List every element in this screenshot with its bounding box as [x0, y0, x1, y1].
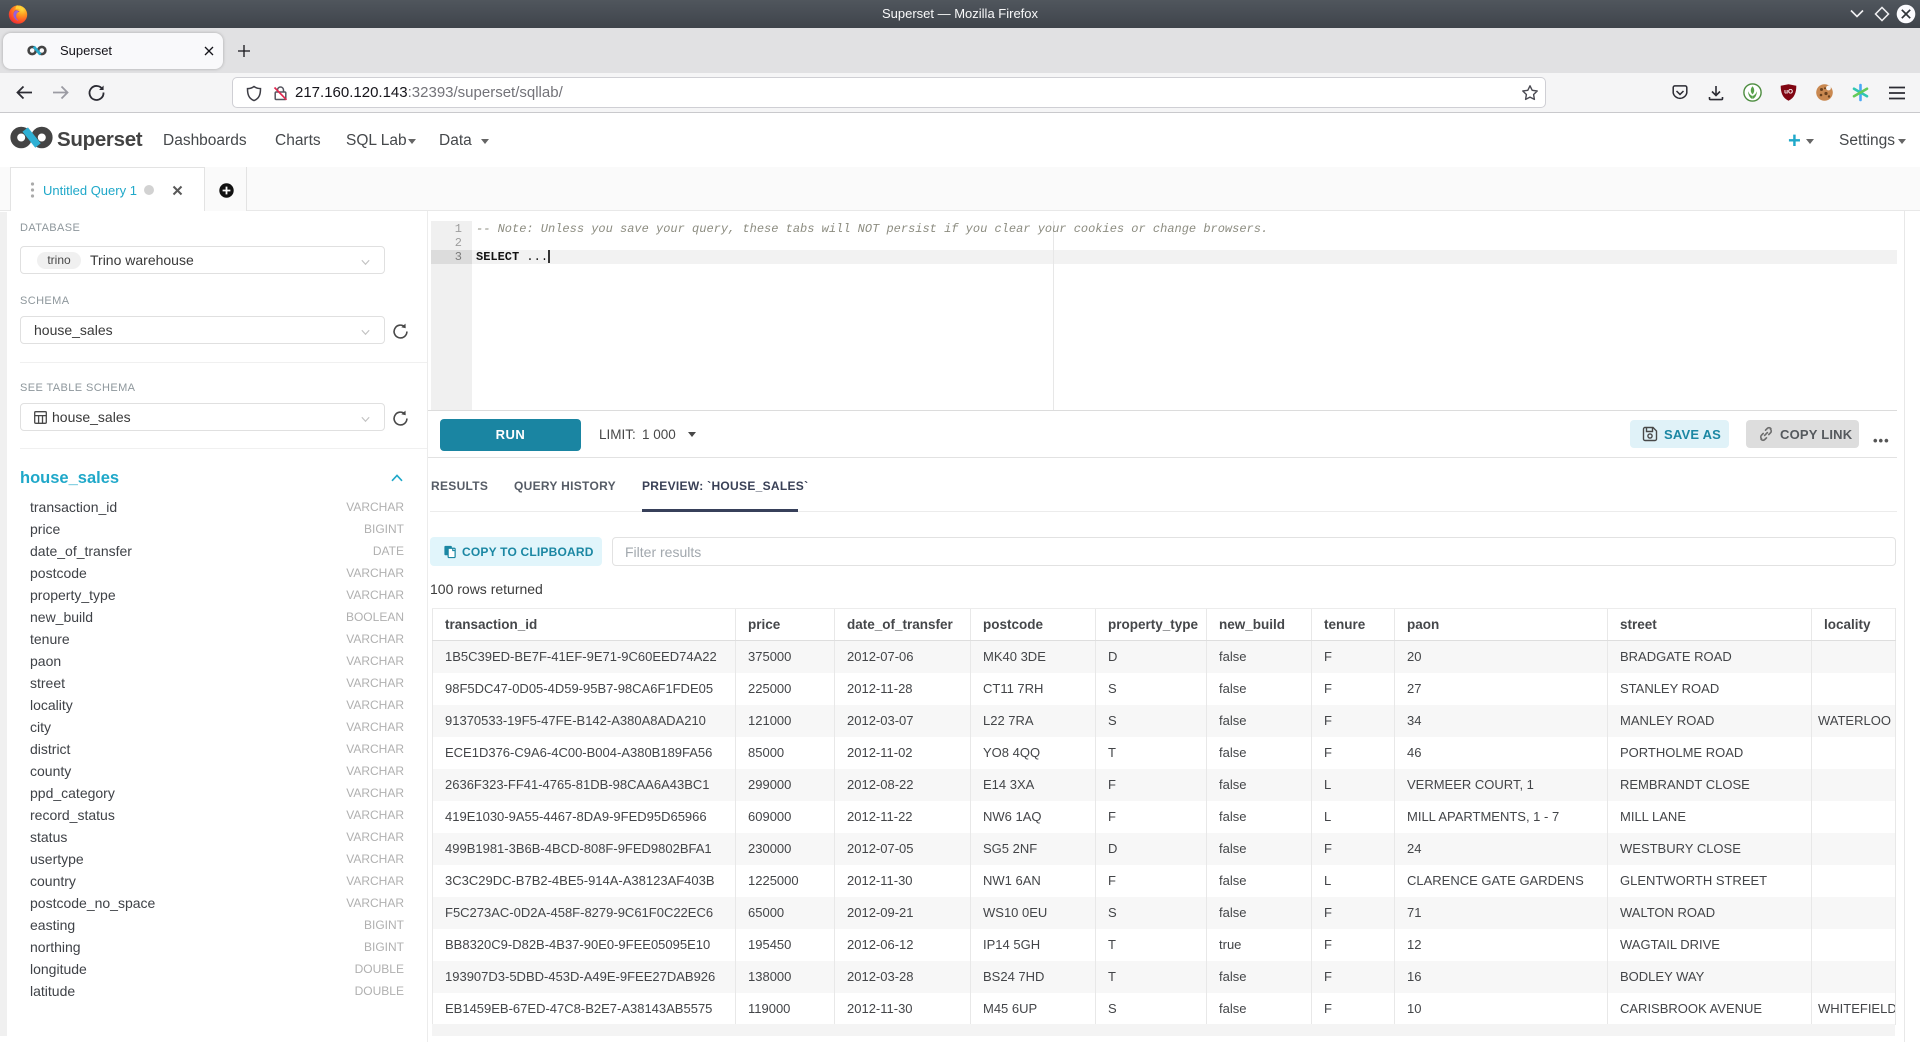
svg-text:uO: uO [1784, 89, 1793, 96]
